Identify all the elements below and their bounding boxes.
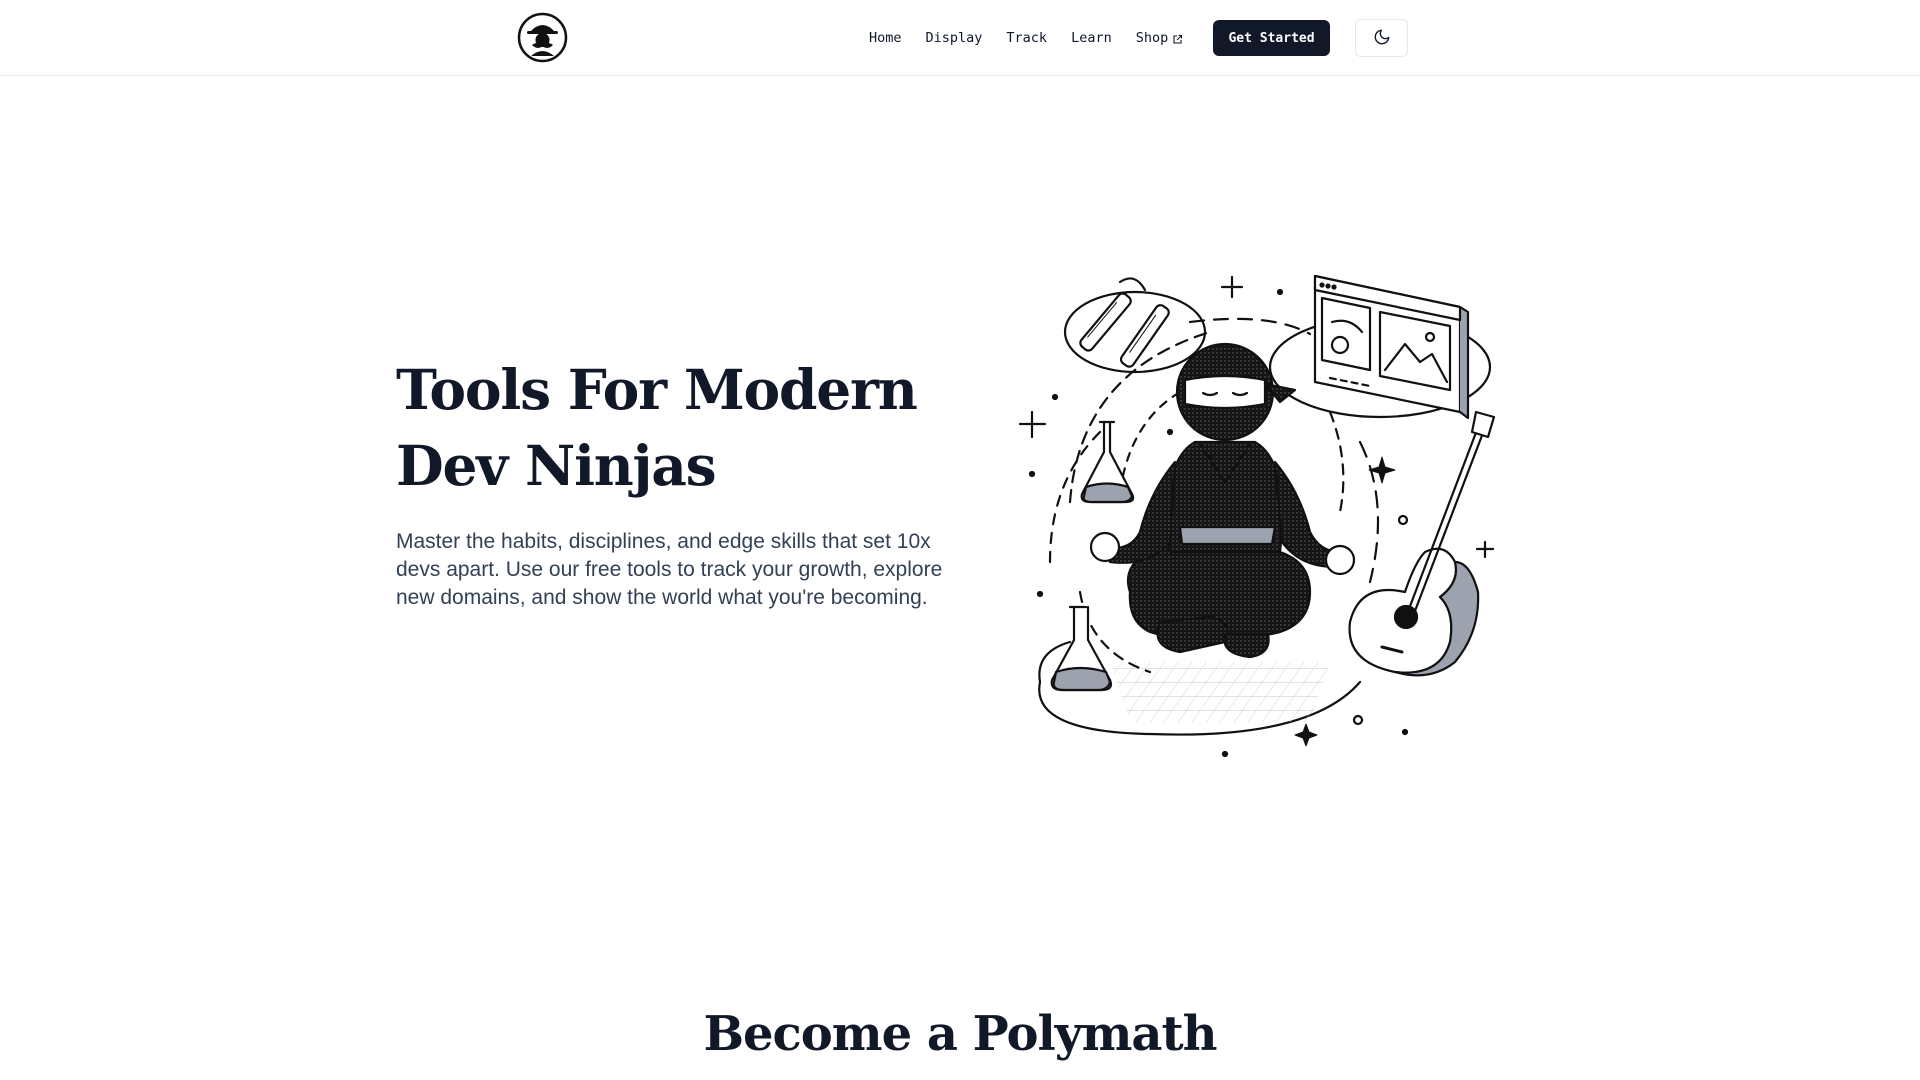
hero-title: Tools For Modern Dev Ninjas (396, 352, 996, 504)
nav-shop-label: Shop (1135, 30, 1169, 46)
nav-home[interactable]: Home (869, 30, 902, 46)
site-header: Home Display Track Learn Shop Get Starte… (0, 0, 1920, 76)
ninja-logo-icon[interactable] (517, 12, 568, 63)
nav-shop[interactable]: Shop (1136, 30, 1184, 46)
get-started-button[interactable]: Get Started (1213, 20, 1330, 56)
nav-track[interactable]: Track (1006, 30, 1047, 46)
moon-icon (1373, 28, 1391, 49)
nav-learn[interactable]: Learn (1071, 30, 1112, 46)
external-link-icon (1172, 33, 1183, 44)
theme-toggle-button[interactable] (1355, 19, 1408, 57)
main-nav: Home Display Track Learn Shop (869, 28, 1183, 48)
hero-title-line2: Dev Ninjas (396, 433, 717, 498)
hero-description: Master the habits, disciplines, and edge… (396, 530, 943, 609)
meditating-ninja-illustration (1010, 262, 1510, 762)
section-title: Become a Polymath (703, 1006, 1217, 1062)
nav-display[interactable]: Display (926, 30, 983, 46)
hero-title-line1: Tools For Modern (396, 357, 918, 422)
